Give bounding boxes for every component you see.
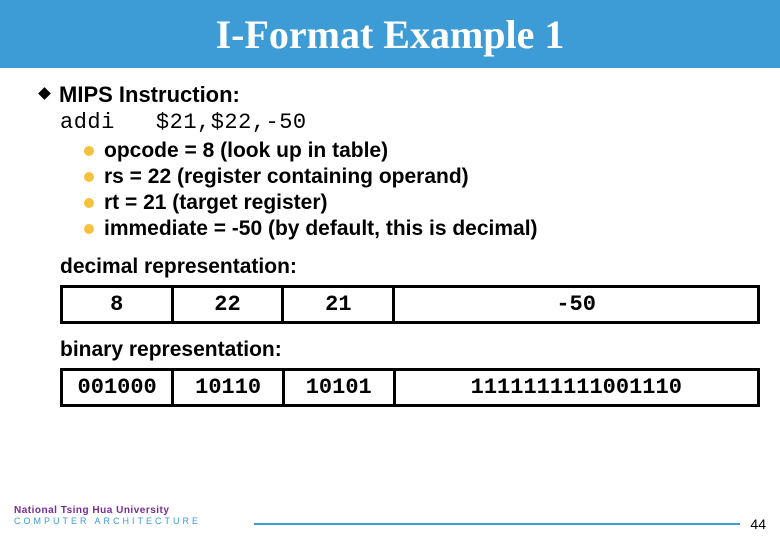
cell-rt: 10101	[283, 370, 394, 406]
title-bar: I-Format Example 1	[0, 0, 780, 68]
binary-table: 001000 10110 10101 1111111111001110	[60, 368, 760, 407]
page-number: 44	[750, 516, 766, 532]
university-name: National Tsing Hua University	[14, 505, 201, 516]
dot-icon	[84, 198, 94, 208]
table-row: 8 22 21 -50	[62, 287, 759, 323]
cell-rt: 21	[283, 287, 394, 323]
bullet-list: opcode = 8 (look up in table) rs = 22 (r…	[84, 139, 740, 241]
dot-icon	[84, 146, 94, 156]
dot-icon	[84, 172, 94, 182]
list-item: rt = 21 (target register)	[84, 191, 740, 215]
cell-imm: 1111111111001110	[394, 370, 758, 406]
binary-label: binary representation:	[60, 338, 740, 362]
bullet-text: rs = 22 (register containing operand)	[104, 165, 469, 189]
cell-opcode: 001000	[62, 370, 173, 406]
bullet-text: opcode = 8 (look up in table)	[104, 139, 388, 163]
decimal-table: 8 22 21 -50	[60, 285, 760, 324]
cell-rs: 10110	[173, 370, 284, 406]
section-heading: MIPS Instruction:	[59, 82, 240, 108]
slide-title: I-Format Example 1	[216, 11, 565, 58]
cell-imm: -50	[394, 287, 759, 323]
slide-content: MIPS Instruction: addi $21,$22,-50 opcod…	[0, 68, 780, 407]
cell-opcode: 8	[62, 287, 173, 323]
cell-rs: 22	[172, 287, 283, 323]
list-item: opcode = 8 (look up in table)	[84, 139, 740, 163]
bullet-text: rt = 21 (target register)	[104, 191, 328, 215]
diamond-bullet-icon	[38, 87, 51, 100]
list-item: immediate = -50 (by default, this is dec…	[84, 217, 740, 241]
heading-row: MIPS Instruction:	[40, 82, 740, 108]
table-row: 001000 10110 10101 1111111111001110	[62, 370, 759, 406]
bullet-text: immediate = -50 (by default, this is dec…	[104, 217, 538, 241]
footer-line	[254, 523, 740, 525]
footer: 44	[0, 516, 780, 532]
list-item: rs = 22 (register containing operand)	[84, 165, 740, 189]
dot-icon	[84, 224, 94, 234]
decimal-label: decimal representation:	[60, 255, 740, 279]
code-line: addi $21,$22,-50	[60, 110, 740, 135]
